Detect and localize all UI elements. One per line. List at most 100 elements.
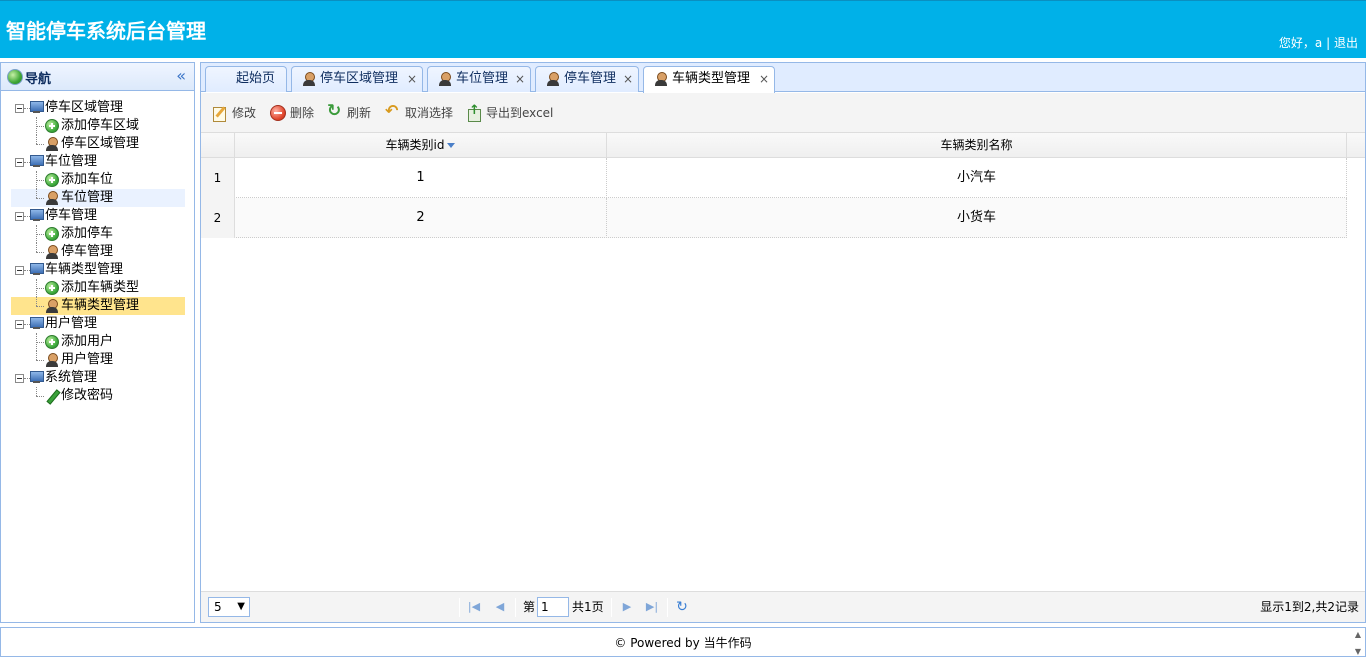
- first-page-button[interactable]: |◀: [467, 600, 481, 614]
- user-icon: [438, 72, 452, 86]
- prev-page-button[interactable]: ◀: [493, 600, 507, 614]
- tree-item-add-parking[interactable]: 添加停车: [11, 225, 185, 243]
- tree-item-add-space[interactable]: 添加车位: [11, 171, 185, 189]
- tree-item-label: 停车区域管理: [61, 136, 140, 151]
- page-size-value: 5: [214, 600, 222, 614]
- tree-group-parking-area[interactable]: 停车区域管理: [11, 99, 185, 117]
- refresh-button[interactable]: 刷新: [327, 102, 371, 122]
- tree-group-vehicle-type[interactable]: 车辆类型管理: [11, 261, 185, 279]
- close-icon[interactable]: ×: [759, 67, 769, 91]
- tree-item-add-parking-area[interactable]: 添加停车区域: [11, 117, 185, 135]
- pencil-icon: [45, 389, 59, 403]
- logout-link[interactable]: 退出: [1334, 36, 1358, 50]
- tree-item-label: 修改密码: [61, 388, 114, 403]
- globe-icon: [7, 69, 23, 85]
- tree-item-label: 添加车位: [61, 172, 114, 187]
- tree-item-label: 停车管理: [61, 244, 114, 259]
- close-icon[interactable]: ×: [407, 67, 417, 91]
- last-page-button[interactable]: ▶|: [645, 600, 659, 614]
- close-icon[interactable]: ×: [623, 67, 633, 91]
- tree-item-label: 车辆类型管理: [61, 298, 140, 313]
- tab-label: 停车区域管理: [320, 71, 399, 86]
- user-icon: [654, 72, 668, 86]
- close-icon[interactable]: ×: [515, 67, 525, 91]
- user-icon: [45, 353, 59, 367]
- tree-group-label: 车辆类型管理: [45, 262, 124, 277]
- powered-by-text: © Powered by 当牛作码: [614, 636, 752, 650]
- app-header: 智能停车系统后台管理 您好，a | 退出: [0, 0, 1366, 58]
- tree-item-add-user[interactable]: 添加用户: [11, 333, 185, 351]
- tree-item-add-vehicle-type[interactable]: 添加车辆类型: [11, 279, 185, 297]
- user-icon: [546, 72, 560, 86]
- tree-collapse-icon[interactable]: [15, 266, 24, 275]
- row-number: 1: [201, 158, 235, 198]
- add-icon: [45, 173, 59, 187]
- tree-item-vehicle-type-manage[interactable]: 车辆类型管理: [11, 297, 185, 315]
- tree-group-space[interactable]: 车位管理: [11, 153, 185, 171]
- column-header-name[interactable]: 车辆类别名称: [607, 133, 1347, 158]
- tree-item-label: 车位管理: [61, 190, 114, 205]
- add-icon: [45, 335, 59, 349]
- computer-icon: [29, 317, 44, 330]
- tree-item-label: 添加停车区域: [61, 118, 140, 133]
- tab-home[interactable]: 起始页: [205, 66, 287, 92]
- app-title: 智能停车系统后台管理: [6, 19, 206, 43]
- tree-group-label: 停车管理: [45, 208, 98, 223]
- export-excel-button[interactable]: 导出到excel: [466, 102, 553, 122]
- cancel-select-button[interactable]: 取消选择: [385, 102, 453, 122]
- page-number-input[interactable]: 1: [537, 597, 569, 617]
- collapse-left-icon[interactable]: «: [176, 66, 186, 85]
- tree-item-parking-manage[interactable]: 停车管理: [11, 243, 185, 261]
- tree-item-user-manage[interactable]: 用户管理: [11, 351, 185, 369]
- table-row[interactable]: 1 1 小汽车: [201, 158, 1347, 198]
- undo-icon: [385, 102, 401, 121]
- computer-icon: [29, 263, 44, 276]
- tree-item-label: 添加用户: [61, 334, 114, 349]
- scroll-up-icon[interactable]: ▲: [1355, 630, 1361, 639]
- tree-collapse-icon[interactable]: [15, 374, 24, 383]
- main-panel: 起始页 停车区域管理 × 车位管理 × 停车管理 × 车辆类型管理 × 修改 删…: [200, 62, 1366, 623]
- table-row[interactable]: 2 2 小货车: [201, 198, 1347, 238]
- delete-label: 删除: [290, 106, 315, 120]
- tree-collapse-icon[interactable]: [15, 104, 24, 113]
- tree-item-parking-area-manage[interactable]: 停车区域管理: [11, 135, 185, 153]
- tree-group-user[interactable]: 用户管理: [11, 315, 185, 333]
- tab-label: 起始页: [236, 71, 276, 86]
- tree-collapse-icon[interactable]: [15, 212, 24, 221]
- tree-item-change-password[interactable]: 修改密码: [11, 387, 185, 405]
- tree-collapse-icon[interactable]: [15, 158, 24, 167]
- tab-space[interactable]: 车位管理 ×: [427, 66, 531, 92]
- delete-button[interactable]: 删除: [270, 104, 314, 122]
- tree-group-label: 停车区域管理: [45, 100, 124, 115]
- scroll-down-icon[interactable]: ▼: [1355, 647, 1361, 656]
- tab-label: 车位管理: [456, 71, 509, 86]
- nav-panel-title: 导航: [25, 72, 52, 87]
- tab-vehicle-type[interactable]: 车辆类型管理 ×: [643, 66, 775, 93]
- column-header-id[interactable]: 车辆类别id: [235, 133, 607, 158]
- user-greeting: 您好，a: [1278, 36, 1323, 50]
- grid-toolbar: 修改 删除 刷新 取消选择 导出到excel: [201, 93, 1365, 133]
- tree-item-space-manage[interactable]: 车位管理: [11, 189, 185, 207]
- column-header-label: 车辆类别id: [385, 138, 445, 152]
- tab-parking-area[interactable]: 停车区域管理 ×: [291, 66, 423, 92]
- dropdown-arrow-icon: ▼: [237, 601, 245, 612]
- page-info: 显示1到2,共2记录: [1260, 600, 1359, 614]
- tree-group-parking[interactable]: 停车管理: [11, 207, 185, 225]
- user-icon: [302, 72, 316, 86]
- tree-group-system[interactable]: 系统管理: [11, 369, 185, 387]
- next-page-button[interactable]: ▶: [620, 600, 634, 614]
- tree-collapse-icon[interactable]: [15, 320, 24, 329]
- refresh-icon[interactable]: ↻: [675, 600, 689, 614]
- page-prefix: 第: [523, 600, 536, 614]
- user-area: 您好，a | 退出: [1279, 34, 1358, 51]
- user-icon: [45, 191, 59, 205]
- reload-icon: [327, 102, 343, 121]
- computer-icon: [29, 155, 44, 168]
- rownum-header: [201, 133, 235, 158]
- nav-tree: 停车区域管理 添加停车区域 停车区域管理 车位管理 添加车位 车位管理 停车管理…: [11, 99, 185, 405]
- edit-icon: [212, 105, 228, 122]
- page-size-select[interactable]: 5 ▼: [208, 597, 250, 617]
- tab-parking[interactable]: 停车管理 ×: [535, 66, 639, 92]
- edit-button[interactable]: 修改: [212, 104, 256, 122]
- nav-panel-header: 导航 «: [1, 63, 194, 91]
